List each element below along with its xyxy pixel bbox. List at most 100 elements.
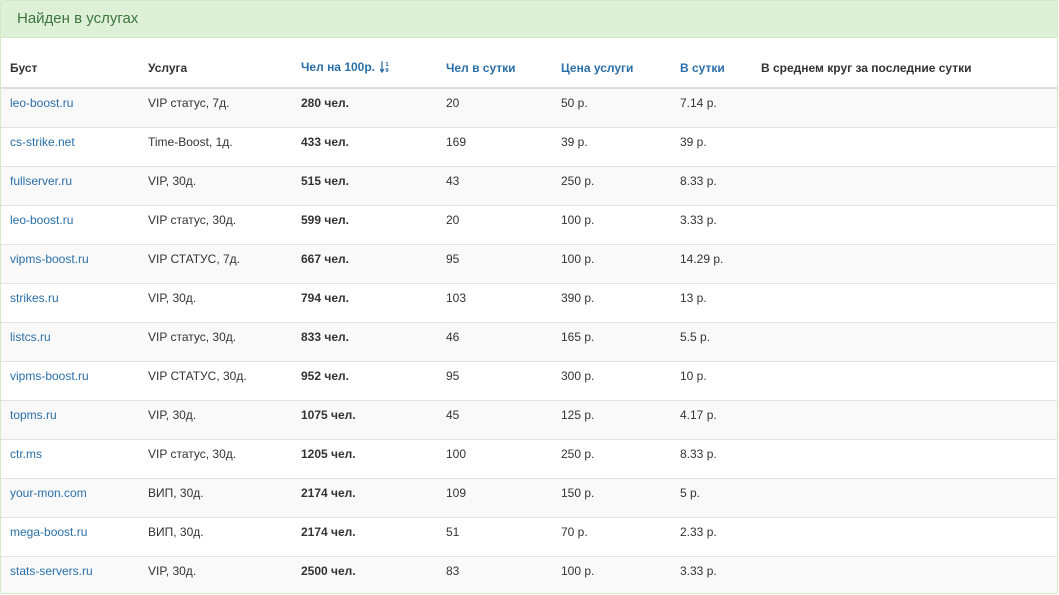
column-header-service-price[interactable]: Цена услуги <box>552 38 671 89</box>
site-link-cell: leo-boost.ru <box>1 88 139 127</box>
service-name-cell: Time-Boost, 1д. <box>139 126 292 166</box>
service-price-cell: 100 р. <box>552 204 671 244</box>
people-per-day-cell: 169 <box>437 126 552 166</box>
people-per-100-cell: 952 чел. <box>292 360 437 400</box>
people-per-day-cell: 20 <box>437 204 552 244</box>
average-round-cell <box>752 555 1057 593</box>
service-name-cell: VIP статус, 30д. <box>139 204 292 244</box>
site-link[interactable]: mega-boost.ru <box>10 525 87 539</box>
site-link[interactable]: strikes.ru <box>10 291 59 305</box>
site-link[interactable]: leo-boost.ru <box>10 96 73 110</box>
people-per-100-cell: 1075 чел. <box>292 399 437 439</box>
sort-numeric-asc-icon: 19 <box>379 61 390 76</box>
table-row: strikes.ru VIP, 30д. 794 чел. 103 390 р. 13 р… <box>1 282 1057 322</box>
site-link-cell: strikes.ru <box>1 282 139 322</box>
column-header-people-per-day[interactable]: Чел в сутки <box>437 38 552 89</box>
people-per-100-cell: 2174 чел. <box>292 516 437 556</box>
site-link-cell: cs-strike.net <box>1 126 139 166</box>
service-name-cell: ВИП, 30д. <box>139 477 292 517</box>
people-per-day-cell: 103 <box>437 282 552 322</box>
cost-per-day-cell: 5 р. <box>671 477 752 517</box>
site-link-cell: mega-boost.ru <box>1 516 139 556</box>
service-name-cell: VIP, 30д. <box>139 555 292 593</box>
table-row: vipms-boost.ru VIP СТАТУС, 30д. 952 чел. 95… <box>1 360 1057 400</box>
site-link[interactable]: stats-servers.ru <box>10 564 93 578</box>
service-name-cell: VIP статус, 30д. <box>139 321 292 361</box>
service-price-cell: 390 р. <box>552 282 671 322</box>
table-row: mega-boost.ru ВИП, 30д. 2174 чел. 51 70 р. 2.… <box>1 516 1057 556</box>
people-per-100-cell: 794 чел. <box>292 282 437 322</box>
service-price-cell: 100 р. <box>552 555 671 593</box>
table-row: cs-strike.net Time-Boost, 1д. 433 чел. 169 3… <box>1 126 1057 166</box>
service-price-cell: 250 р. <box>552 165 671 205</box>
table-row: your-mon.com ВИП, 30д. 2174 чел. 109 150 р. 5… <box>1 477 1057 517</box>
cost-per-day-cell: 4.17 р. <box>671 399 752 439</box>
site-link[interactable]: your-mon.com <box>10 486 87 500</box>
cost-per-day-cell: 10 р. <box>671 360 752 400</box>
service-price-cell: 300 р. <box>552 360 671 400</box>
average-round-cell <box>752 282 1057 322</box>
cost-per-day-cell: 3.33 р. <box>671 555 752 593</box>
site-link[interactable]: topms.ru <box>10 408 57 422</box>
people-per-100-cell: 2500 чел. <box>292 555 437 593</box>
service-name-cell: ВИП, 30д. <box>139 516 292 556</box>
service-name-cell: VIP, 30д. <box>139 399 292 439</box>
service-name-cell: VIP, 30д. <box>139 282 292 322</box>
cost-per-day-cell: 3.33 р. <box>671 204 752 244</box>
people-per-day-cell: 45 <box>437 399 552 439</box>
people-per-100-cell: 515 чел. <box>292 165 437 205</box>
people-per-day-cell: 95 <box>437 360 552 400</box>
cost-per-day-cell: 7.14 р. <box>680 96 717 111</box>
table-row: ctr.ms VIP статус, 30д. 1205 чел. 100 250 р.… <box>1 438 1057 478</box>
cost-per-day-cell: 8.33 р. <box>671 438 752 478</box>
table-header-row: Буст Услуга Чел на 100р. 1 9 Чел в сутки Ц… <box>1 38 1057 89</box>
people-per-day-cell: 95 <box>437 243 552 283</box>
site-link-cell: listcs.ru <box>1 321 139 361</box>
cost-per-day-cell: 2.33 р. <box>671 516 752 556</box>
people-per-100-cell: 280 чел. <box>301 96 349 111</box>
column-header-people-per-100[interactable]: Чел на 100р. 1 9 <box>292 38 437 89</box>
site-link[interactable]: cs-strike.net <box>10 135 75 149</box>
column-header-label: Чел на 100р. <box>301 60 376 74</box>
service-name-cell: VIP СТАТУС, 7д. <box>139 243 292 283</box>
people-per-100-cell: 433 чел. <box>292 126 437 166</box>
cost-per-day-cell: 14.29 р. <box>671 243 752 283</box>
service-price-cell: 50 р. <box>561 96 588 111</box>
service-price-cell: 70 р. <box>552 516 671 556</box>
site-link[interactable]: ctr.ms <box>10 447 42 461</box>
site-link[interactable]: leo-boost.ru <box>10 213 73 227</box>
average-round-cell <box>752 438 1057 478</box>
people-per-100-cell: 667 чел. <box>292 243 437 283</box>
site-link[interactable]: vipms-boost.ru <box>10 369 89 383</box>
people-per-day-cell: 100 <box>437 438 552 478</box>
services-table: Буст Услуга Чел на 100р. 1 9 Чел в сутки Ц… <box>1 38 1057 593</box>
people-per-100-cell: 2174 чел. <box>292 477 437 517</box>
average-round-cell <box>752 88 1057 127</box>
service-price-cell: 250 р. <box>552 438 671 478</box>
site-link[interactable]: fullserver.ru <box>10 174 72 188</box>
people-per-day-cell: 43 <box>437 165 552 205</box>
column-header-service: Услуга <box>139 38 292 89</box>
cost-per-day-cell: 39 р. <box>671 126 752 166</box>
site-link[interactable]: vipms-boost.ru <box>10 252 89 266</box>
column-header-boost: Буст <box>1 38 139 89</box>
people-per-100-cell: 833 чел. <box>292 321 437 361</box>
people-per-day-cell: 83 <box>437 555 552 593</box>
site-link[interactable]: listcs.ru <box>10 330 51 344</box>
site-link-cell: vipms-boost.ru <box>1 360 139 400</box>
average-round-cell <box>752 516 1057 556</box>
average-round-cell <box>752 321 1057 361</box>
people-per-day-cell: 20 <box>446 96 460 111</box>
site-link-cell: stats-servers.ru <box>1 555 139 593</box>
svg-text:1: 1 <box>385 62 389 68</box>
people-per-day-cell: 46 <box>437 321 552 361</box>
table-row: listcs.ru VIP статус, 30д. 833 чел. 46 165 р… <box>1 321 1057 361</box>
people-per-100-cell: 1205 чел. <box>292 438 437 478</box>
site-link-cell: fullserver.ru <box>1 165 139 205</box>
table-row: vipms-boost.ru VIP СТАТУС, 7д. 667 чел. 95 1… <box>1 243 1057 283</box>
column-header-per-day[interactable]: В сутки <box>671 38 752 89</box>
site-link-cell: your-mon.com <box>1 477 139 517</box>
people-per-100-cell: 599 чел. <box>292 204 437 244</box>
table-row: leo-boost.ru VIP статус, 30д. 599 чел. 20 10… <box>1 204 1057 244</box>
site-link-cell: ctr.ms <box>1 438 139 478</box>
